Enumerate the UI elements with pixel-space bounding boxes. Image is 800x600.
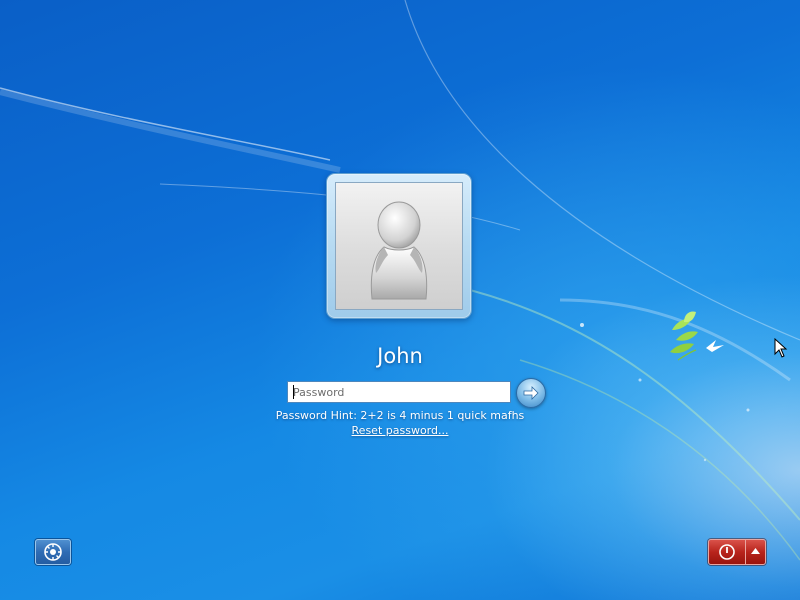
chevron-up-icon	[751, 548, 760, 554]
password-hint: Password Hint: 2+2 is 4 minus 1 quick ma…	[275, 409, 525, 422]
user-tile	[326, 173, 472, 319]
ease-of-access-button[interactable]	[35, 539, 71, 565]
default-user-icon	[370, 201, 428, 300]
bird-leaves-icon	[670, 311, 724, 361]
shut-down-button[interactable]	[709, 540, 745, 564]
power-button-group	[708, 539, 766, 565]
submit-button[interactable]	[516, 378, 546, 408]
username-label: John	[377, 344, 423, 368]
shut-down-options-button[interactable]	[746, 540, 765, 564]
avatar	[335, 182, 463, 310]
mouse-pointer-icon	[774, 338, 788, 358]
ease-of-access-icon	[44, 543, 62, 561]
arrow-right-icon	[523, 386, 539, 400]
text-cursor	[293, 385, 294, 399]
power-icon	[719, 544, 735, 560]
reset-password-link[interactable]: Reset password...	[300, 424, 500, 437]
password-field[interactable]	[287, 381, 511, 403]
